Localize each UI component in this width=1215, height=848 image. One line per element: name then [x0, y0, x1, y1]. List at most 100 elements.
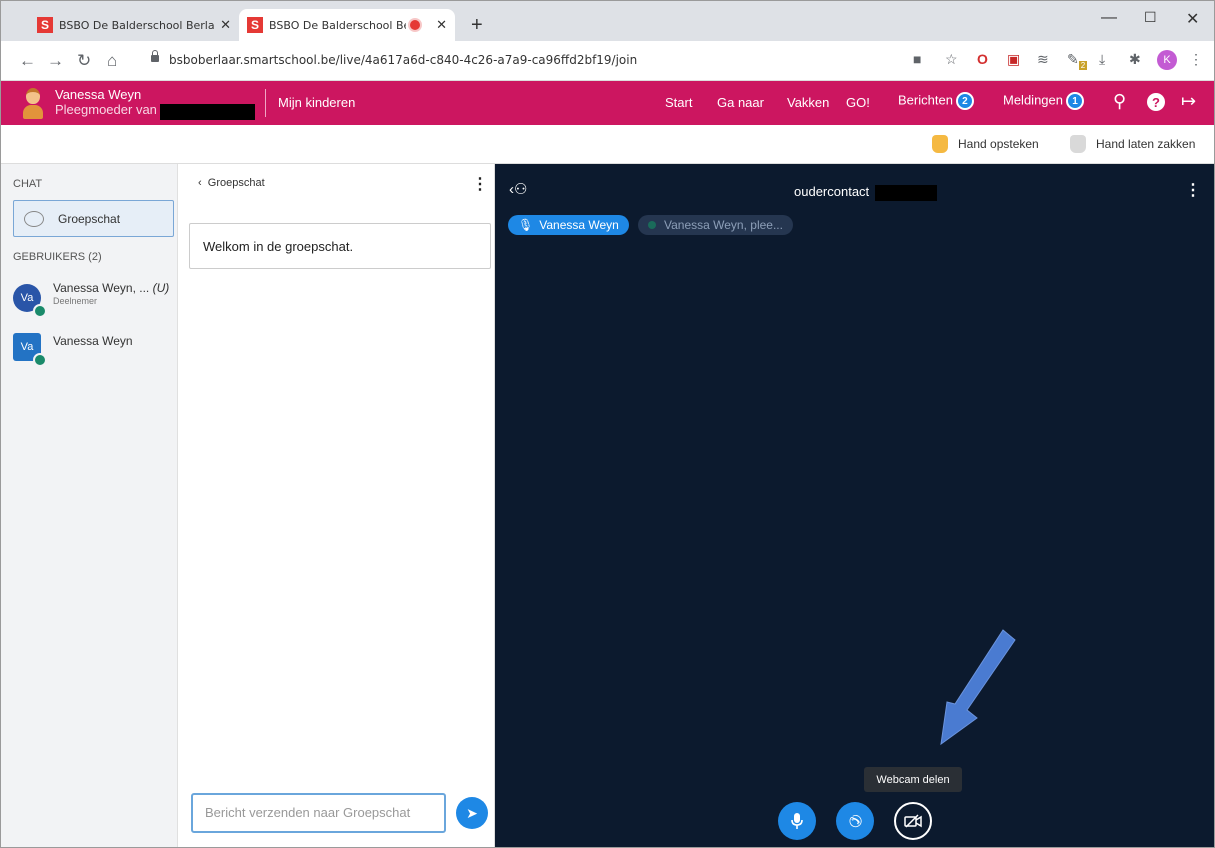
- user-role: Deelnemer: [53, 296, 98, 306]
- smartschool-favicon-icon: S: [37, 17, 53, 33]
- tab-title: BSBO De Balderschool Berlaar - S: [59, 18, 215, 32]
- user-role: Pleegmoeder van: [55, 102, 157, 117]
- address-bar-row: ← → ↻ ⌂ bsboberlaar.smartschool.be/live/…: [1, 41, 1214, 81]
- participant-name: Vanessa Weyn, plee...: [664, 218, 783, 232]
- new-tab-button[interactable]: +: [471, 14, 483, 37]
- mic-icon: 🎙: [518, 218, 534, 232]
- avatar-initials: Va: [20, 292, 34, 304]
- webcam-share-button[interactable]: [894, 802, 932, 840]
- user-avatar-icon[interactable]: [23, 85, 43, 119]
- extension-icon[interactable]: ✎ 2: [1067, 51, 1088, 70]
- forward-arrow-icon[interactable]: →: [47, 51, 64, 71]
- wifi-extension-icon[interactable]: ≋: [1037, 51, 1049, 68]
- participant-pill[interactable]: Vanessa Weyn, plee...: [638, 215, 793, 235]
- session-title-text: oudercontact: [794, 184, 870, 199]
- webcam-tooltip: Webcam delen: [864, 767, 962, 792]
- bookmark-star-icon[interactable]: ☆: [945, 51, 958, 68]
- user-list-item[interactable]: Va Vanessa Weyn: [13, 330, 133, 367]
- user-name[interactable]: Vanessa Weyn: [55, 87, 141, 102]
- chat-options-icon[interactable]: ⋮: [472, 174, 488, 194]
- raised-hand-icon: [932, 135, 948, 153]
- welcome-message: Welkom in de groepschat.: [189, 223, 491, 269]
- url-field[interactable]: bsboberlaar.smartschool.be/live/4a617a6d…: [169, 53, 637, 67]
- nav-vakken[interactable]: Vakken: [787, 95, 829, 110]
- lowered-hand-icon: [1070, 135, 1086, 153]
- maximize-button[interactable]: ☐: [1144, 9, 1157, 26]
- phone-icon: ✆: [844, 812, 865, 829]
- you-marker: (U): [152, 281, 170, 295]
- participant-name: Vanessa Weyn: [539, 218, 619, 232]
- mic-status-icon: [33, 353, 47, 367]
- hand-toolbar: Hand opsteken Hand laten zakken: [1, 125, 1214, 164]
- participant-pill[interactable]: 🎙 Vanessa Weyn: [508, 215, 629, 235]
- audio-call-button[interactable]: ✆: [836, 802, 874, 840]
- send-button[interactable]: ➤: [456, 797, 488, 829]
- opera-extension-icon[interactable]: O: [977, 51, 988, 67]
- video-options-icon[interactable]: ⋮: [1185, 180, 1201, 200]
- app-header: Vanessa Weyn Pleegmoeder van Mijn kinder…: [1, 81, 1214, 125]
- lower-hand-button[interactable]: Hand laten zakken: [1070, 135, 1195, 153]
- home-icon[interactable]: ⌂: [107, 51, 117, 71]
- users-heading: GEBRUIKERS (2): [13, 251, 102, 263]
- nav-start[interactable]: Start: [665, 95, 692, 110]
- group-chat-label: Groepschat: [58, 211, 121, 226]
- smartschool-favicon-icon: S: [247, 17, 263, 33]
- profile-avatar[interactable]: K: [1157, 50, 1177, 70]
- tab-title: BSBO De Balderschool Berlaa: [269, 18, 406, 32]
- close-tab-icon[interactable]: ✕: [220, 17, 231, 33]
- minimize-button[interactable]: —: [1101, 9, 1117, 27]
- meldingen-label: Meldingen: [1003, 92, 1063, 108]
- video-panel: ‹⚇ oudercontact ⋮ 🎙 Vanessa Weyn Vanessa…: [495, 164, 1214, 847]
- meldingen-count-badge: 1: [1066, 92, 1084, 110]
- browser-window: S BSBO De Balderschool Berlaar - S ✕ S B…: [0, 0, 1215, 848]
- mic-status-icon: [33, 304, 47, 318]
- webcam-off-icon: [904, 814, 922, 828]
- nav-meldingen[interactable]: Meldingen 1: [1003, 92, 1084, 110]
- raise-hand-button[interactable]: Hand opsteken: [932, 135, 1039, 153]
- nav-ga-naar[interactable]: Ga naar: [717, 95, 764, 110]
- arrow-annotation: [940, 629, 1016, 746]
- puzzle-icon[interactable]: ✱: [1129, 51, 1141, 68]
- user-info: Vanessa Weyn: [53, 330, 133, 361]
- berichten-label: Berichten: [898, 92, 953, 108]
- help-icon[interactable]: ?: [1147, 93, 1165, 111]
- chat-message-input[interactable]: Bericht verzenden naar Groepschat: [191, 793, 446, 833]
- user-name: Vanessa Weyn: [53, 334, 133, 348]
- toggle-users-icon[interactable]: ‹⚇: [509, 180, 527, 198]
- user-list-item[interactable]: Va Vanessa Weyn, ... (U) Deelnemer: [13, 281, 169, 318]
- berichten-count-badge: 2: [955, 92, 974, 110]
- session-title: oudercontact: [794, 184, 937, 201]
- menu-dots-icon[interactable]: ⋮: [1189, 51, 1203, 68]
- back-arrow-icon[interactable]: ←: [19, 51, 36, 71]
- close-tab-icon[interactable]: ✕: [436, 17, 447, 33]
- browser-tab-1[interactable]: S BSBO De Balderschool Berlaar - S ✕: [29, 9, 239, 41]
- mic-status-icon: [648, 221, 656, 229]
- chat-title: Groepschat: [207, 177, 265, 189]
- browser-tab-2[interactable]: S BSBO De Balderschool Berlaa ✕: [239, 9, 455, 41]
- tab-strip: S BSBO De Balderschool Berlaar - S ✕ S B…: [1, 1, 1214, 41]
- header-divider: [265, 89, 266, 117]
- my-children-link[interactable]: Mijn kinderen: [278, 95, 355, 110]
- microphone-button[interactable]: [778, 802, 816, 840]
- send-icon: ➤: [466, 804, 478, 821]
- reload-icon[interactable]: ↻: [77, 51, 91, 71]
- search-icon[interactable]: ⚲: [1113, 91, 1126, 112]
- logout-icon[interactable]: ↦: [1181, 91, 1196, 112]
- extension-badge: 2: [1078, 60, 1088, 70]
- group-chat-button[interactable]: Groepschat: [13, 200, 174, 237]
- camera-indicator-icon[interactable]: ■: [913, 51, 921, 67]
- avatar: Va: [13, 333, 47, 367]
- redacted-block: [160, 104, 255, 120]
- nav-berichten[interactable]: Berichten 2: [898, 92, 974, 110]
- nav-go[interactable]: GO!: [846, 95, 870, 110]
- sidebar: CHAT Groepschat GEBRUIKERS (2) Va Vaness…: [1, 164, 178, 847]
- download-icon[interactable]: ⤓: [1099, 51, 1105, 68]
- user-name: Vanessa Weyn, ...: [53, 281, 150, 295]
- extension-icon[interactable]: ▣: [1007, 51, 1020, 68]
- chat-back-button[interactable]: ‹ Groepschat: [198, 177, 265, 189]
- window-close-button[interactable]: ✕: [1186, 9, 1199, 29]
- user-info: Vanessa Weyn, ... (U) Deelnemer: [53, 281, 169, 312]
- redacted-block: [874, 184, 937, 201]
- avatar: Va: [13, 284, 47, 318]
- chat-bubble-icon: [24, 210, 44, 227]
